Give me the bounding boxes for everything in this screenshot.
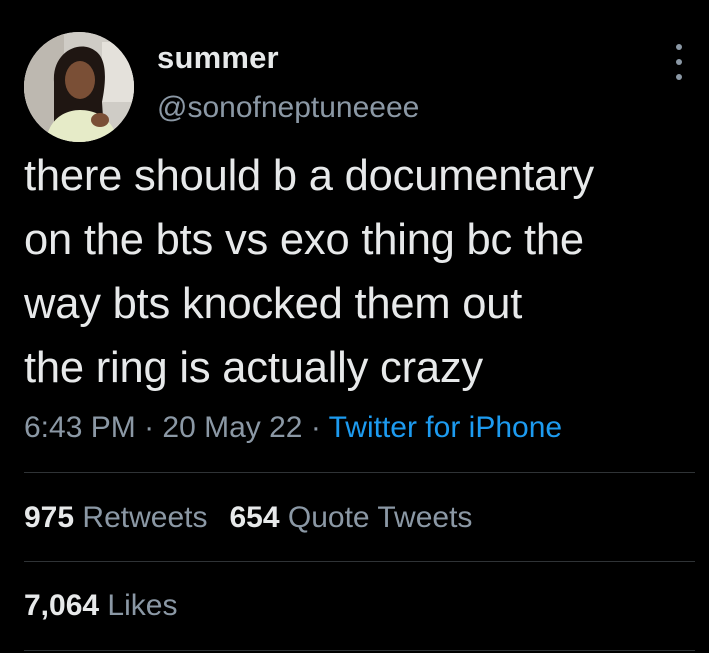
tweet-time[interactable]: 6:43 PM	[24, 411, 136, 444]
likes-stat[interactable]: 7,064 Likes	[24, 589, 177, 622]
display-name[interactable]: summer	[157, 38, 279, 78]
quote-tweets-label: Quote Tweets	[287, 501, 473, 534]
avatar[interactable]	[24, 32, 134, 142]
engagement-stats: 975 Retweets 654 Quote Tweets	[24, 496, 494, 540]
tweet-card: summer @sonofneptuneeee there should b a…	[0, 0, 709, 653]
likes-label: Likes	[107, 589, 178, 622]
tweet-text: there should b a documentary on the bts …	[24, 152, 594, 392]
retweets-stat[interactable]: 975 Retweets	[24, 501, 207, 534]
likes-count: 7,064	[24, 589, 100, 622]
quote-tweets-stat[interactable]: 654 Quote Tweets	[229, 501, 472, 534]
more-options-button[interactable]	[664, 40, 694, 84]
more-vertical-icon	[676, 44, 682, 50]
retweets-label: Retweets	[82, 501, 208, 534]
retweets-count: 975	[24, 501, 75, 534]
meta-separator: ·	[302, 411, 329, 444]
tweet-meta: 6:43 PM · 20 May 22 · Twitter for iPhone	[24, 406, 562, 450]
more-vertical-icon	[676, 74, 682, 80]
profile-photo-icon	[24, 32, 134, 142]
divider	[24, 561, 695, 562]
divider	[24, 650, 695, 651]
user-handle[interactable]: @sonofneptuneeee	[157, 88, 419, 128]
quote-tweets-count: 654	[229, 501, 280, 534]
tweet-date[interactable]: 20 May 22	[162, 411, 302, 444]
tweet-source-link[interactable]: Twitter for iPhone	[329, 411, 562, 444]
meta-separator: ·	[135, 411, 163, 444]
likes-row: 7,064 Likes	[24, 584, 199, 628]
more-vertical-icon	[676, 59, 682, 65]
divider	[24, 472, 695, 473]
